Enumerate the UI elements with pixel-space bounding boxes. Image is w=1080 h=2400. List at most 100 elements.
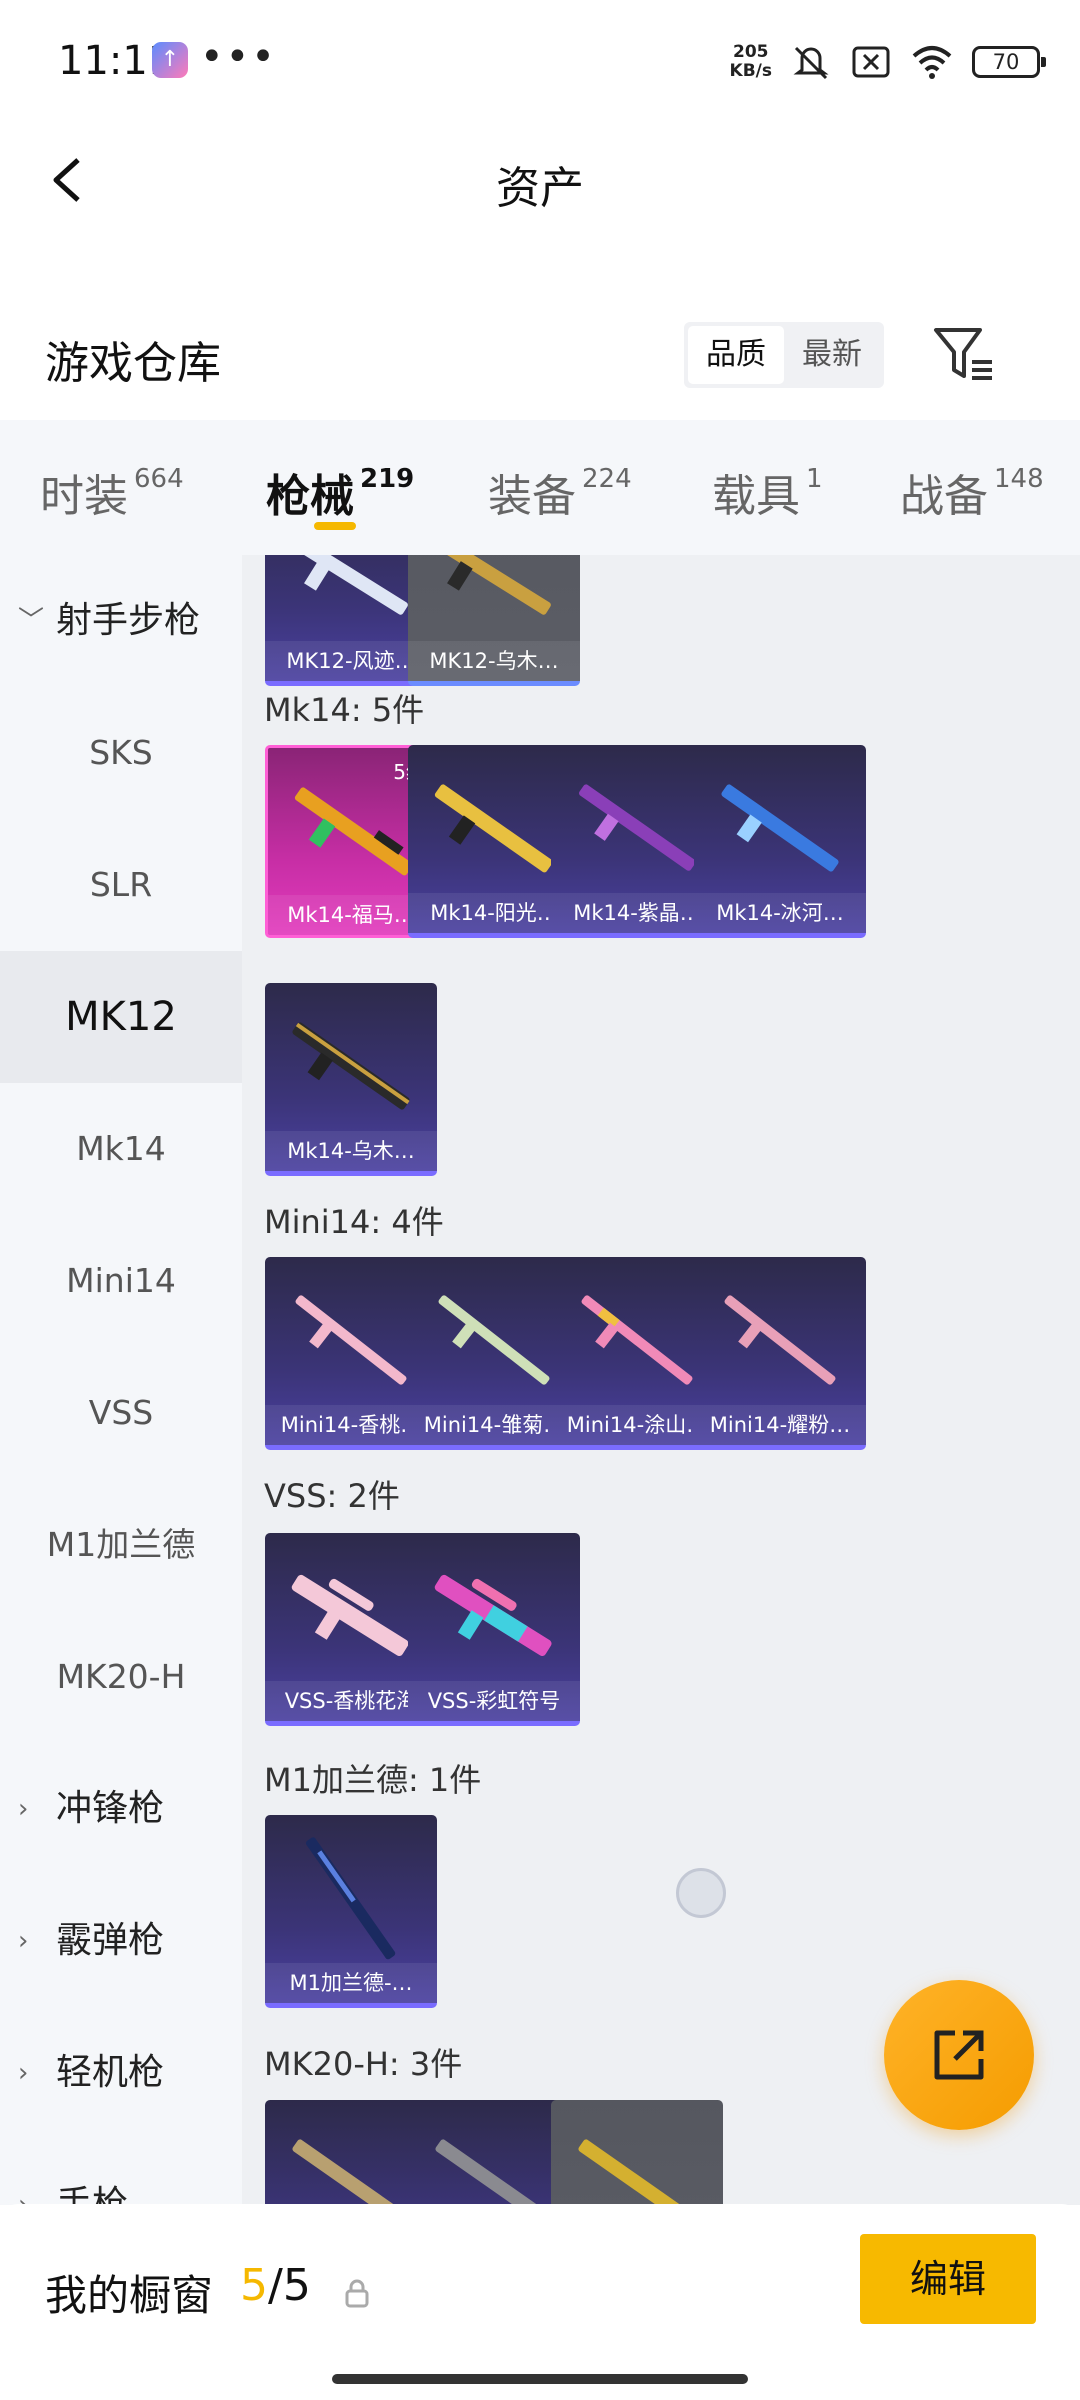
weapon-card[interactable]: Mk14-乌木…	[265, 983, 437, 1176]
showcase-label: 我的橱窗	[45, 2271, 214, 2320]
sidebar-group-label: 霰弹枪	[56, 1920, 165, 1961]
weapon-card[interactable]: Mini14-耀粉…	[694, 1257, 866, 1450]
rifle-icon	[292, 1022, 410, 1110]
touch-indicator	[676, 1868, 726, 1918]
weapon-card-label: Mk14-冰河…	[694, 893, 866, 933]
sidebar-group-label: 轻机枪	[56, 2052, 165, 2093]
weapon-card[interactable]: VSS-彩虹符号	[408, 1533, 580, 1726]
edit-button[interactable]: 编辑	[860, 2234, 1036, 2324]
weapon-type-sidebar: ﹀ 射手步枪 SKS SLR MK12 Mk14 Mini14 VSS M1加兰…	[0, 555, 242, 2225]
network-speed-value: 205	[733, 42, 769, 62]
rifle-icon	[305, 1837, 396, 1960]
rifle-icon	[438, 1295, 550, 1385]
status-right: 205 KB/s 70	[730, 40, 1046, 84]
home-indicator[interactable]	[332, 2374, 748, 2384]
rifle-icon	[581, 1295, 693, 1385]
tab-label: 战备	[900, 471, 988, 522]
sidebar-group-label: 射手步枪	[56, 600, 201, 641]
sniper-rifle-icon	[434, 1574, 552, 1657]
filter-icon[interactable]	[930, 320, 1000, 390]
section-title-m1-garand: M1加兰德: 1件	[264, 1761, 482, 1799]
sidebar-group-shotgun[interactable]: › 霰弹枪	[0, 1875, 242, 2007]
sidebar-item-m1-garand[interactable]: M1加兰德	[0, 1479, 242, 1611]
tab-label: 时装	[40, 471, 128, 522]
share-icon	[934, 2030, 984, 2080]
sidebar-group-lmg[interactable]: › 轻机枪	[0, 2007, 242, 2139]
rifle-icon	[292, 2139, 410, 2205]
tab-label: 载具	[712, 471, 800, 522]
warehouse-title: 游戏仓库	[45, 338, 221, 389]
sidebar-item-mk20h[interactable]: MK20-H	[0, 1611, 242, 1743]
showcase-count: 5/5	[240, 2260, 311, 2311]
showcase-total: /5	[268, 2260, 311, 2311]
tab-vehicles[interactable]: 载具 1	[712, 460, 823, 524]
status-bar: 11:11 ↑ ••• 205 KB/s 70	[0, 0, 1080, 120]
chevron-right-icon: ›	[18, 1926, 29, 1956]
rifle-icon	[435, 555, 551, 615]
sort-latest-option[interactable]: 最新	[784, 326, 880, 384]
sidebar-item-mk14[interactable]: Mk14	[0, 1083, 242, 1215]
rifle-icon	[724, 1295, 836, 1385]
section-title-mk14: Mk14: 5件	[264, 691, 425, 729]
share-button[interactable]	[884, 1980, 1034, 2130]
lock-icon	[345, 2279, 369, 2308]
tab-count: 148	[994, 464, 1044, 494]
page-title: 资产	[496, 163, 584, 214]
battery-indicator: 70	[972, 46, 1046, 78]
sidebar-item-sks[interactable]: SKS	[0, 687, 242, 819]
more-notifications-icon: •••	[200, 34, 277, 80]
rifle-icon	[721, 784, 839, 872]
weapon-card-label: Mk14-乌木…	[265, 1131, 437, 1171]
weapon-card-label: VSS-彩虹符号	[408, 1681, 580, 1721]
sort-toggle: 品质 最新	[684, 322, 884, 388]
tab-count: 664	[134, 464, 184, 494]
tab-guns[interactable]: 枪械 219	[266, 460, 414, 524]
category-tabs: 时装 664 枪械 219 装备 224 载具 1 战备 148	[0, 420, 1080, 555]
sort-quality-option[interactable]: 品质	[688, 326, 784, 384]
weapon-grid: MK12-风迹… MK12-乌木… Mk14: 5件 5级 Mk14-福马… M…	[242, 555, 1080, 2205]
rifle-icon	[434, 784, 553, 873]
weapon-card[interactable]: Mk14-冰河…	[694, 745, 866, 938]
app-notification-icon: ↑	[152, 42, 188, 78]
wifi-icon	[912, 46, 952, 79]
sidebar-group-smg[interactable]: › 冲锋枪	[0, 1743, 242, 1875]
tab-label: 枪械	[266, 471, 354, 522]
weapon-card-label: Mini14-耀粉…	[694, 1405, 866, 1445]
tab-label: 装备	[488, 471, 576, 522]
tab-count: 1	[806, 464, 823, 494]
showcase-bar: 我的橱窗 5/5 编辑	[0, 2204, 1080, 2400]
tab-count: 219	[360, 464, 415, 494]
section-title-vss: VSS: 2件	[264, 1477, 400, 1515]
tab-equipment[interactable]: 装备 224	[488, 460, 632, 524]
section-title-mini14: Mini14: 4件	[264, 1203, 444, 1241]
rifle-icon	[435, 2139, 553, 2205]
tab-fashion[interactable]: 时装 664	[40, 460, 184, 524]
rifle-icon	[579, 784, 696, 871]
sidebar-item-slr[interactable]: SLR	[0, 819, 242, 951]
rifle-icon	[295, 1295, 407, 1385]
network-speed-unit: KB/s	[729, 61, 772, 81]
rifle-icon	[292, 555, 408, 615]
no-sim-icon	[852, 46, 890, 78]
sidebar-group-label: 冲锋枪	[56, 1788, 165, 1829]
tab-supplies[interactable]: 战备 148	[900, 460, 1044, 524]
sidebar-item-mini14[interactable]: Mini14	[0, 1215, 242, 1347]
chevron-down-icon: ﹀	[18, 606, 45, 636]
weapon-card[interactable]: M1加兰德-…	[265, 1815, 437, 2008]
chevron-right-icon: ›	[18, 1794, 29, 1824]
weapon-card[interactable]	[551, 2100, 723, 2205]
showcase-current: 5	[240, 2260, 268, 2311]
sidebar-group-sniper[interactable]: ﹀ 射手步枪	[0, 555, 242, 687]
weapon-card[interactable]: MK12-乌木…	[408, 555, 580, 686]
tab-count: 224	[582, 464, 632, 494]
sniper-rifle-icon	[291, 1574, 409, 1657]
weapon-card-label: M1加兰德-…	[265, 1963, 437, 2003]
mute-icon	[793, 46, 829, 80]
weapon-card-label: MK12-乌木…	[408, 641, 580, 681]
section-title-mk20h: MK20-H: 3件	[264, 2045, 463, 2083]
sidebar-item-mk12[interactable]: MK12	[0, 951, 242, 1083]
network-speed: 205 KB/s	[730, 43, 772, 81]
sidebar-item-vss[interactable]: VSS	[0, 1347, 242, 1479]
chevron-right-icon: ›	[18, 2058, 29, 2088]
rifle-icon	[578, 2139, 696, 2205]
